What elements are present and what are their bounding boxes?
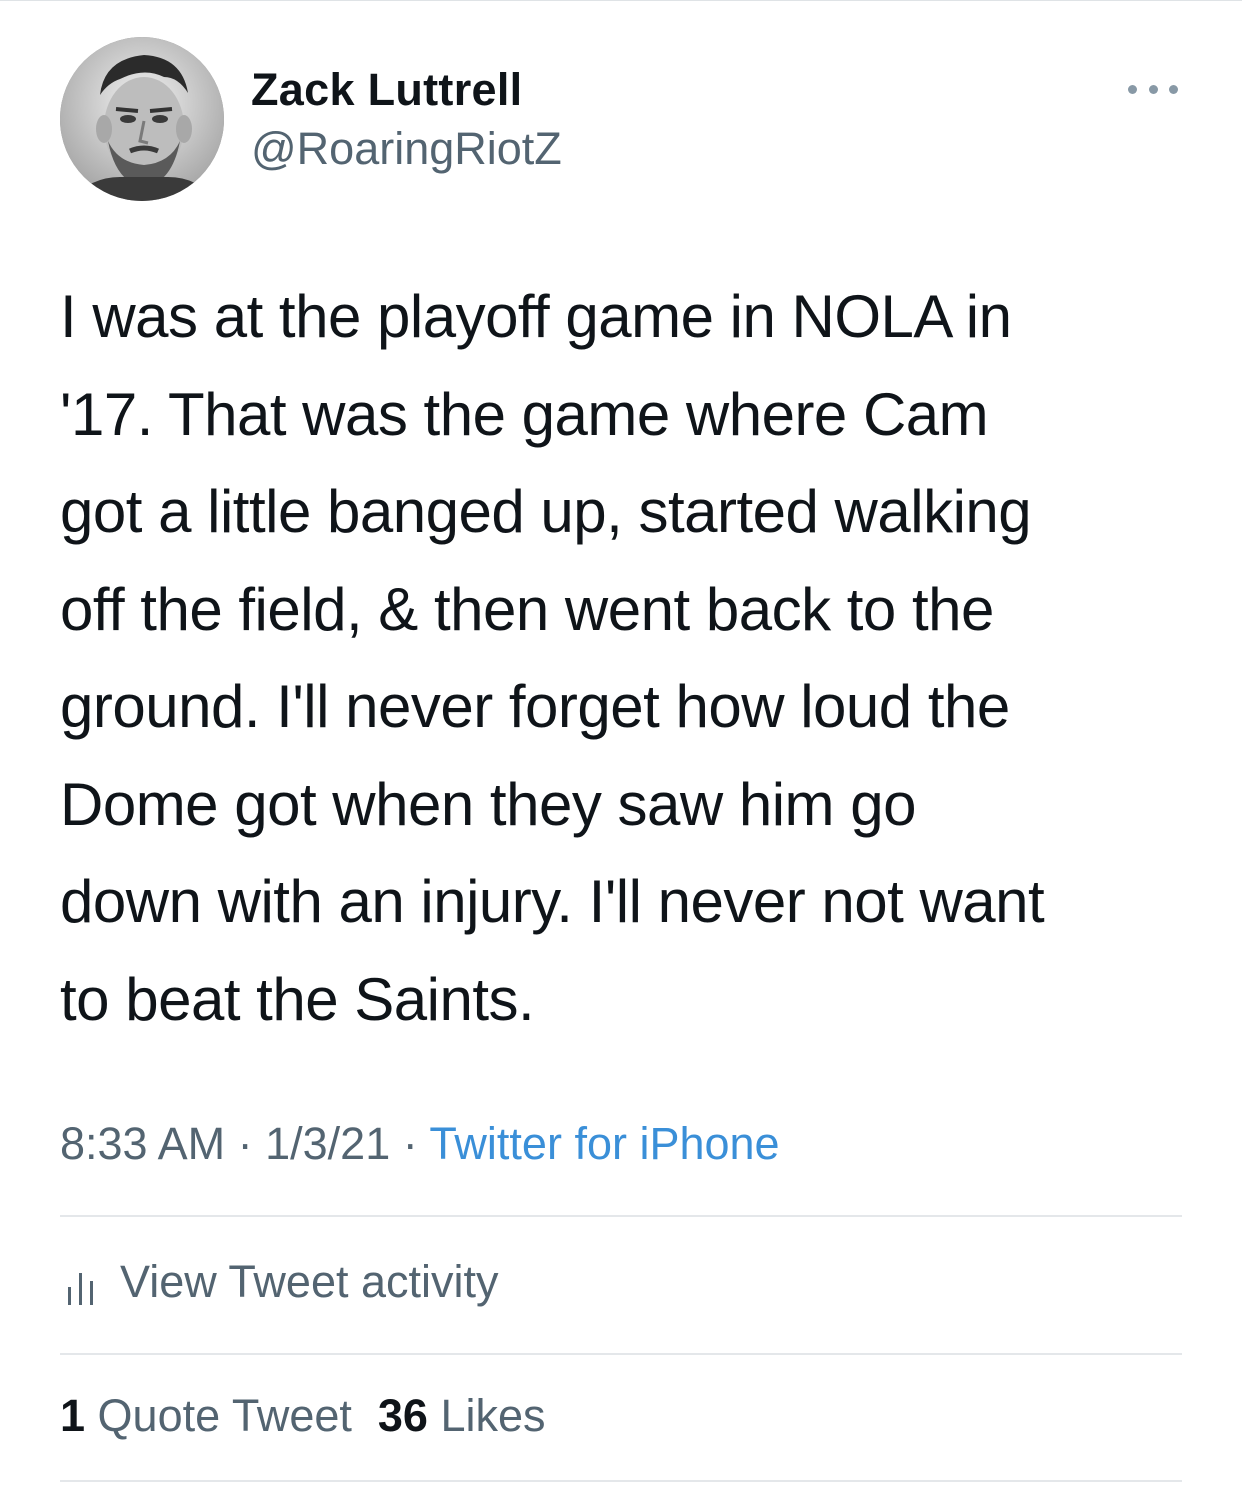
tweet-text-line: I was at the playoff game in NOLA in [60, 283, 1012, 350]
likes-link[interactable]: 36 Likes [378, 1390, 546, 1441]
tweet-text: I was at the playoff game in NOLA in '17… [60, 268, 1190, 1048]
quote-tweets-link[interactable]: 1 Quote Tweet [60, 1390, 352, 1441]
tweet-text-line: off the field, & then went back to the [60, 575, 994, 643]
divider [60, 1480, 1182, 1482]
view-tweet-activity-button[interactable]: View Tweet activity [66, 1252, 499, 1312]
ellipsis-icon [1169, 84, 1178, 94]
likes-count: 36 [377, 1390, 428, 1441]
meta-separator: · [390, 1118, 430, 1169]
tweet-text-line: to beat the Saints. [60, 965, 535, 1033]
tweet-text-line: down with an injury. I'll never not want [60, 868, 1045, 935]
tweet-text-line: ground. I'll never forget how loud the [60, 673, 1010, 740]
engagement-stats: 1 Quote Tweet 36 Likes [60, 1390, 546, 1442]
profile-photo-icon [60, 37, 224, 201]
tweet-text-line: got a little banged up, started walking [60, 478, 1032, 545]
ellipsis-icon [1148, 84, 1158, 94]
ellipsis-icon [1128, 84, 1137, 94]
likes-label: Likes [440, 1390, 546, 1441]
top-divider [0, 0, 1242, 1]
display-name[interactable]: Zack Luttrell [251, 64, 522, 116]
view-tweet-activity-label: View Tweet activity [120, 1256, 499, 1307]
user-handle[interactable]: @RoaringRiotZ [251, 123, 562, 175]
more-options-button[interactable] [1128, 78, 1178, 100]
divider [60, 1353, 1182, 1355]
quote-tweet-label: Quote Tweet [97, 1390, 352, 1441]
tweet-text-line: Dome got when they saw him go [60, 770, 916, 838]
meta-separator: · [225, 1118, 266, 1169]
bar-chart-icon [68, 1273, 93, 1305]
quote-tweet-count: 1 [60, 1390, 86, 1441]
tweet-meta: 8:33 AM · 1/3/21 · Twitter for iPhone [60, 1118, 780, 1170]
avatar[interactable] [60, 37, 224, 201]
tweet-source-link[interactable]: Twitter for iPhone [429, 1118, 779, 1169]
tweet-time[interactable]: 8:33 AM [60, 1118, 225, 1169]
divider [60, 1215, 1182, 1217]
tweet-date[interactable]: 1/3/21 [265, 1118, 390, 1169]
tweet-text-line: '17. That was the game where Cam [60, 380, 989, 448]
